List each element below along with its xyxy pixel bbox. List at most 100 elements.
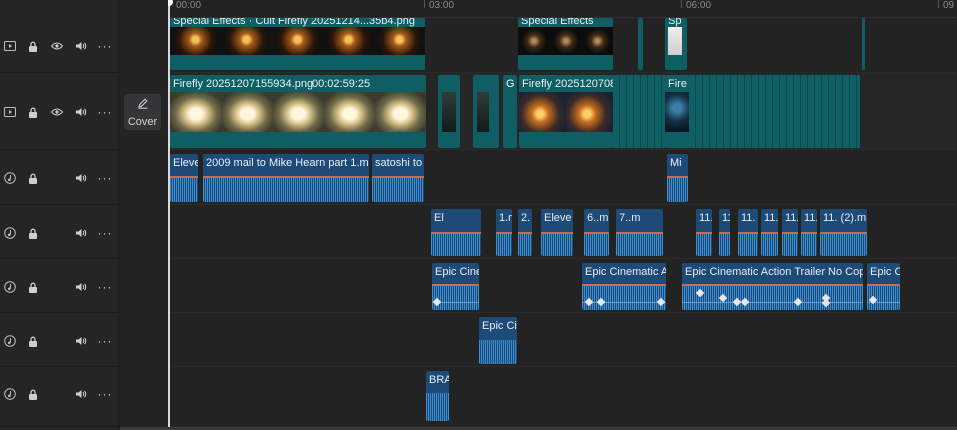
track-lane-audio-2[interactable]: El 1.m 2. Eleve 6..mp 7..m 11. 11 11. ( …	[168, 205, 957, 259]
track-lane-audio-1[interactable]: Eleve 2009 mail to Mike Hearn part 1.mp3…	[168, 150, 957, 205]
clip-label: Mi	[670, 157, 682, 169]
effect-clip[interactable]	[638, 18, 643, 70]
track-header-audio-1: ···	[0, 150, 119, 205]
audio-clip[interactable]: 11.	[782, 209, 798, 256]
more-options-icon[interactable]: ···	[98, 105, 112, 119]
eye-icon[interactable]	[50, 39, 64, 53]
timeline-area[interactable]: 00:00 03:00 06:00 09 Special Effects · C…	[168, 0, 957, 430]
audio-clip[interactable]: Epic Ciner	[432, 263, 479, 310]
more-options-icon[interactable]: ···	[98, 280, 112, 294]
audio-clip[interactable]: Epic Ci	[867, 263, 900, 310]
clip-label: G	[506, 78, 515, 90]
audio-clip[interactable]: Epic Cinematic Ac	[582, 263, 666, 310]
lock-icon[interactable]	[26, 226, 40, 240]
audio-clip[interactable]: Mi	[667, 154, 688, 202]
speaker-icon[interactable]	[74, 39, 88, 53]
cover-button[interactable]: Cover	[124, 94, 161, 130]
effect-clip[interactable]: Special Effects · Cult Firefly 20251214.…	[170, 18, 425, 70]
video-clip[interactable]: Fire	[665, 75, 689, 148]
track-header-audio-2: ···	[0, 205, 119, 259]
speaker-icon[interactable]	[74, 334, 88, 348]
audio-waveform	[667, 176, 688, 202]
time-ruler[interactable]: 00:00 03:00 06:00 09	[168, 0, 957, 18]
speaker-icon[interactable]	[74, 105, 88, 119]
clip-segments[interactable]	[689, 75, 860, 148]
lock-icon[interactable]	[26, 387, 40, 401]
effect-clip[interactable]	[862, 18, 865, 70]
audio-clip[interactable]: 6..mp	[584, 209, 609, 256]
effect-clip[interactable]: Special Effects	[518, 18, 613, 70]
lock-icon[interactable]	[26, 280, 40, 294]
clip-label: 1.m	[499, 212, 512, 224]
speaker-icon[interactable]	[74, 171, 88, 185]
lock-icon[interactable]	[26, 105, 40, 119]
lock-icon[interactable]	[26, 334, 40, 348]
ruler-label: 06:00	[686, 0, 712, 11]
audio-clip[interactable]: 11. (	[738, 209, 758, 256]
track-header-panel: ··· ··· ··· ··· ··· ··· ···	[0, 0, 119, 430]
track-lane-audio-5[interactable]: BRA/	[168, 367, 957, 427]
audio-clip[interactable]: 11.	[761, 209, 778, 256]
speaker-icon[interactable]	[74, 387, 88, 401]
track-lane-audio-4[interactable]: Epic Cin	[168, 313, 957, 367]
clip-thumbnails	[170, 92, 426, 132]
audio-clip[interactable]: Epic Cin	[479, 317, 517, 364]
clip-label: Epic Ci	[870, 266, 900, 278]
lock-icon[interactable]	[26, 171, 40, 185]
more-options-icon[interactable]: ···	[98, 334, 112, 348]
playhead[interactable]	[168, 0, 173, 430]
clip-label: 11.	[699, 212, 712, 224]
video-clip[interactable]: Firefly 20251207155934.png 00:02:59:25	[170, 75, 426, 148]
speaker-icon[interactable]	[74, 226, 88, 240]
more-options-icon[interactable]: ···	[98, 226, 112, 240]
audio-waveform	[738, 232, 758, 256]
audio-clip[interactable]: 11.	[696, 209, 712, 256]
video-clip[interactable]: Firefly 20251207088	[519, 75, 613, 148]
clip-label: 11. (2).mp	[823, 212, 867, 224]
track-lane-effects[interactable]: Special Effects · Cult Firefly 20251214.…	[168, 18, 957, 73]
clip-label: 7..m	[619, 212, 641, 224]
audio-clip[interactable]: Eleve	[170, 154, 198, 202]
more-options-icon[interactable]: ···	[98, 171, 112, 185]
audio-clip[interactable]: Epic Cinematic Action Trailer No Copyrig	[682, 263, 863, 310]
audio-clip[interactable]: 7..m	[616, 209, 663, 256]
speaker-icon[interactable]	[74, 280, 88, 294]
effect-clip[interactable]: Sp	[665, 18, 687, 70]
audio-clip[interactable]: satoshi to	[372, 154, 424, 202]
audio-clip[interactable]: 11. (2).mp	[820, 209, 867, 256]
clip-label: Epic Cinematic Action Trailer No Copyrig	[685, 266, 863, 278]
clip-label: Firefly 20251207088	[522, 78, 613, 90]
transition-clip[interactable]	[438, 75, 460, 148]
audio-waveform	[518, 232, 532, 256]
clip-thumbnails	[665, 27, 687, 55]
audio-track-icon	[3, 280, 17, 294]
audio-clip[interactable]: 11.	[801, 209, 817, 256]
clip-label: Eleve	[173, 157, 198, 169]
clip-thumbnails	[170, 27, 425, 55]
audio-clip[interactable]: BRA/	[426, 371, 449, 421]
pencil-icon	[137, 96, 149, 114]
video-clip[interactable]: G	[503, 75, 517, 148]
audio-clip[interactable]: 2009 mail to Mike Hearn part 1.mp3	[203, 154, 369, 202]
clip-segments[interactable]	[613, 75, 665, 148]
audio-track-icon	[3, 226, 17, 240]
volume-line[interactable]	[582, 302, 666, 303]
more-options-icon[interactable]: ···	[98, 387, 112, 401]
more-options-icon[interactable]: ···	[98, 39, 112, 53]
audio-track-icon	[3, 334, 17, 348]
audio-clip[interactable]: El	[431, 209, 481, 256]
audio-clip[interactable]: 2.	[518, 209, 532, 256]
audio-clip[interactable]: Eleve	[541, 209, 573, 256]
track-header-effects: ···	[0, 18, 119, 73]
audio-clip[interactable]: 1.m	[496, 209, 512, 256]
audio-clip[interactable]: 11	[719, 209, 730, 256]
ruler-label: 09	[943, 0, 955, 11]
track-lane-audio-3[interactable]: Epic Ciner Epic Cinematic Ac Epic Cinema…	[168, 259, 957, 313]
clip-label: 2.	[521, 212, 531, 224]
eye-icon[interactable]	[50, 105, 64, 119]
transition-clip[interactable]	[473, 75, 499, 148]
volume-line[interactable]	[682, 302, 863, 303]
lock-icon[interactable]	[26, 39, 40, 53]
clip-thumbnails	[519, 92, 613, 132]
track-lane-main-video[interactable]: Firefly 20251207155934.png 00:02:59:25 G…	[168, 73, 957, 150]
